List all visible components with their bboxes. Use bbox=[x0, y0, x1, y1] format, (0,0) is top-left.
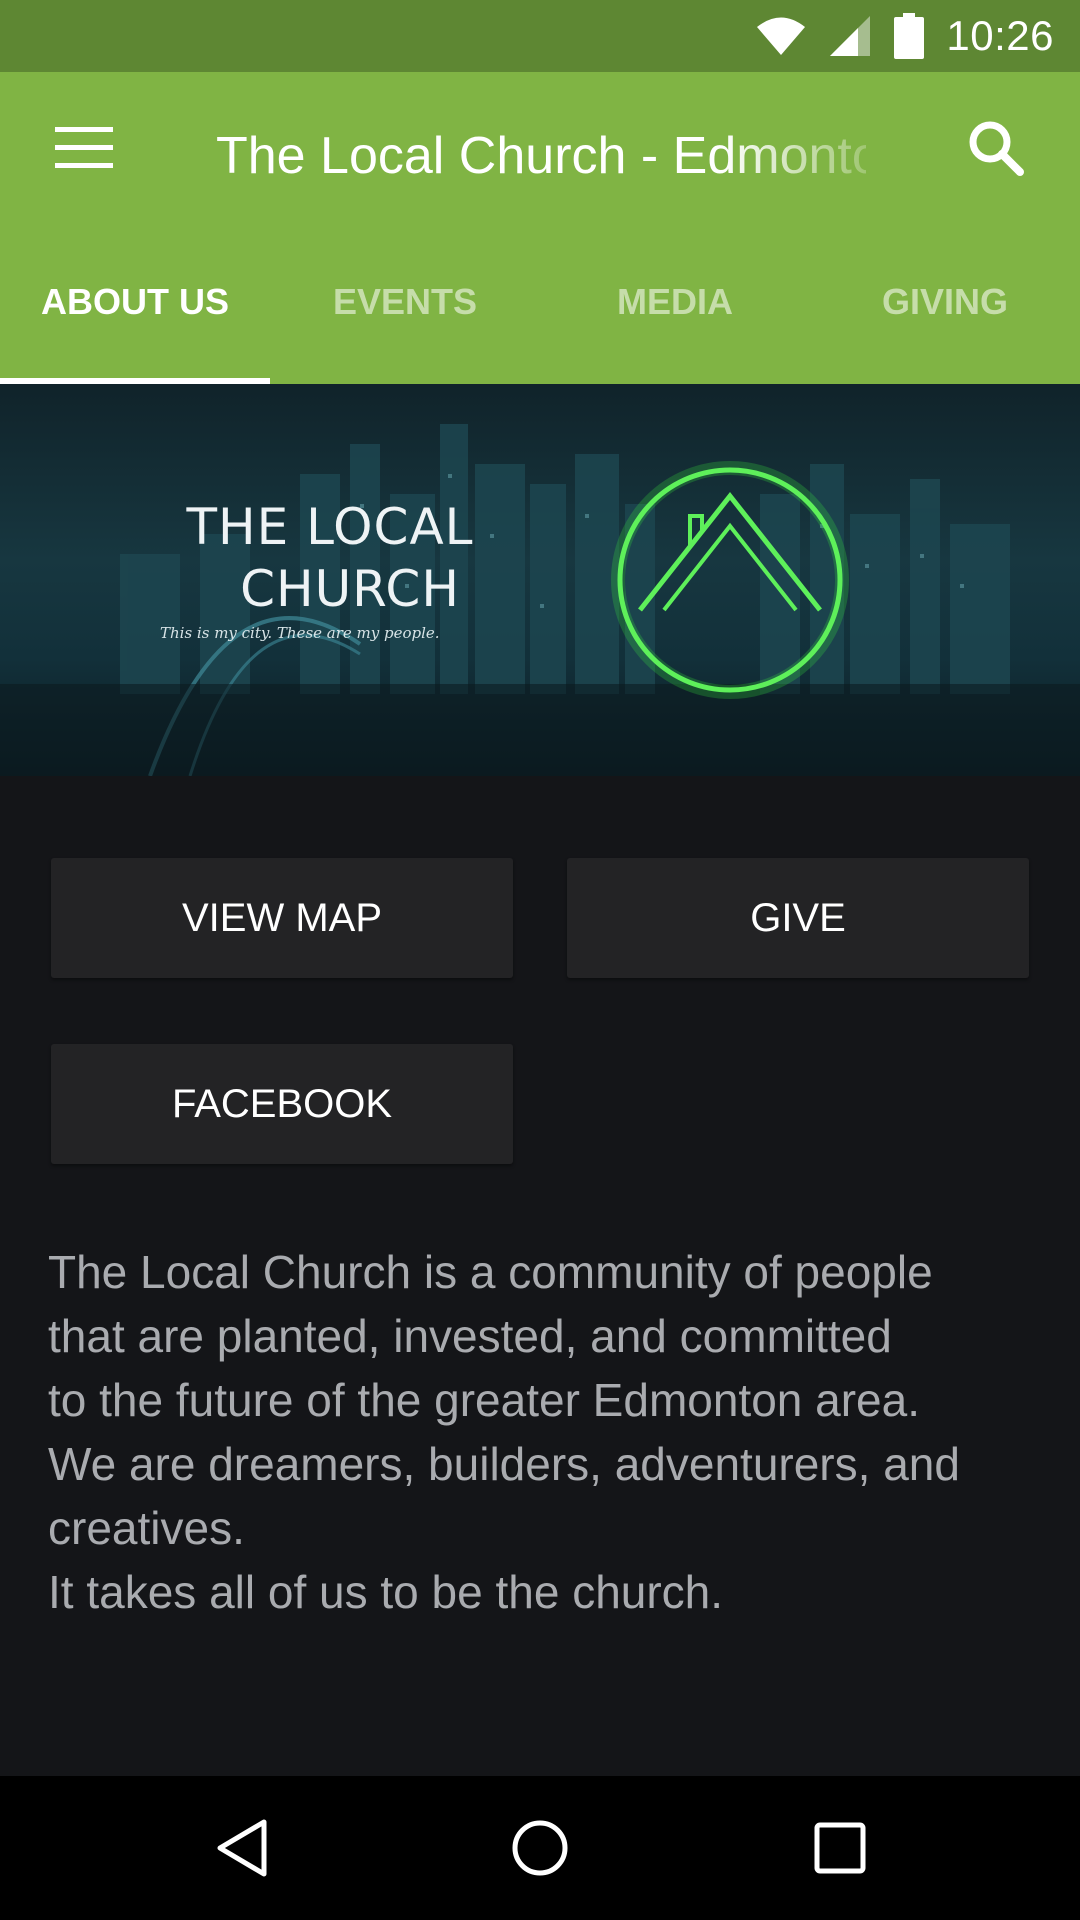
recent-apps-icon bbox=[814, 1822, 866, 1874]
tab-giving[interactable]: GIVING bbox=[810, 236, 1080, 384]
status-bar: 10:26 bbox=[0, 0, 1080, 72]
app-bar: The Local Church - Edmonton bbox=[0, 72, 1080, 236]
tab-bar: ABOUT US EVENTS MEDIA GIVING bbox=[0, 236, 1080, 384]
description-line: The Local Church is a community of peopl… bbox=[48, 1246, 933, 1298]
description-line: It takes all of us to be the church. bbox=[48, 1566, 724, 1618]
description-line: that are planted, invested, and committe… bbox=[48, 1310, 892, 1362]
view-map-button[interactable]: VIEW MAP bbox=[51, 858, 513, 978]
screen: 10:26 The Local Church - Edmonton ABOUT … bbox=[0, 0, 1080, 1920]
recent-apps-button[interactable] bbox=[788, 1796, 892, 1900]
menu-button[interactable] bbox=[36, 100, 132, 196]
give-button[interactable]: GIVE bbox=[567, 858, 1029, 978]
banner-title-line2: CHURCH bbox=[240, 560, 460, 618]
description-line: We are dreamers, builders, adventurers, … bbox=[48, 1438, 960, 1490]
banner-title-line1: THE LOCAL bbox=[186, 498, 474, 556]
system-nav-bar bbox=[0, 1776, 1080, 1920]
tab-about-us[interactable]: ABOUT US bbox=[0, 236, 270, 384]
about-description: The Local Church is a community of peopl… bbox=[48, 1240, 1048, 1624]
search-icon bbox=[969, 121, 1024, 176]
back-button[interactable] bbox=[190, 1796, 294, 1900]
tab-events[interactable]: EVENTS bbox=[270, 236, 540, 384]
home-icon bbox=[512, 1820, 568, 1876]
battery-icon bbox=[894, 13, 925, 59]
cell-signal-icon bbox=[828, 14, 872, 58]
hamburger-menu-icon bbox=[55, 127, 113, 168]
tab-media[interactable]: MEDIA bbox=[540, 236, 810, 384]
church-banner: THE LOCAL CHURCH This is my city. These … bbox=[0, 384, 1080, 776]
facebook-button[interactable]: FACEBOOK bbox=[51, 1044, 513, 1164]
home-button[interactable] bbox=[488, 1796, 592, 1900]
search-button[interactable] bbox=[948, 100, 1044, 196]
app-title: The Local Church - Edmonton bbox=[216, 127, 866, 185]
banner-tagline: This is my city. These are my people. bbox=[160, 624, 440, 642]
status-time: 10:26 bbox=[946, 12, 1054, 59]
wifi-icon bbox=[756, 16, 806, 56]
description-line: to the future of the greater Edmonton ar… bbox=[48, 1374, 921, 1426]
back-icon bbox=[217, 1819, 267, 1877]
description-line: creatives. bbox=[48, 1502, 245, 1554]
banner-title: THE LOCAL CHURCH This is my city. These … bbox=[150, 496, 510, 642]
